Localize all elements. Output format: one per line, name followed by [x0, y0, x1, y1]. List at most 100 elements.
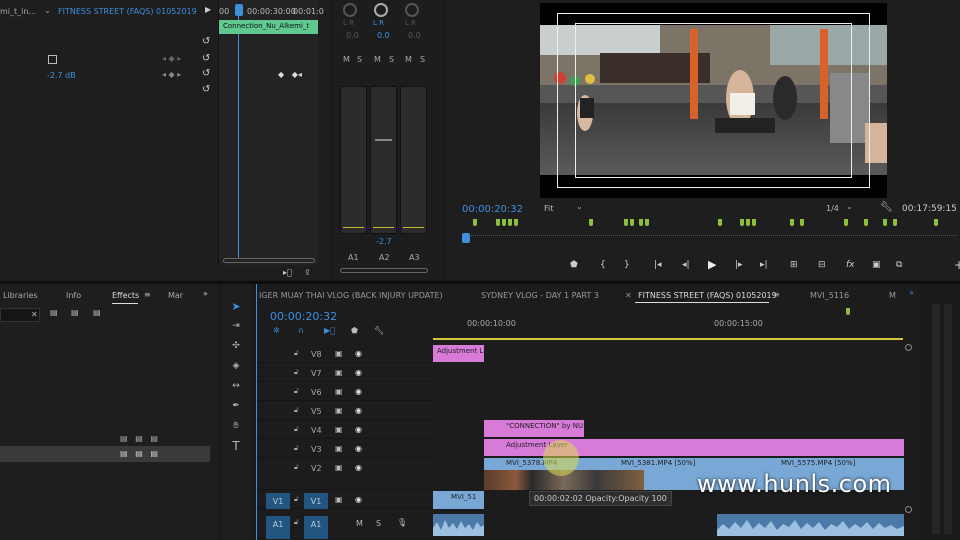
pan-value-a2[interactable]: 0.0 [377, 31, 390, 40]
playhead-handle[interactable] [462, 233, 470, 243]
microphone-icon[interactable]: 🎙︎ [397, 518, 407, 527]
sync-lock-icon[interactable]: ▣ [335, 406, 343, 415]
add-marker-icon[interactable]: ⬟ [351, 326, 358, 335]
marker[interactable] [718, 219, 722, 226]
chevron-down-icon[interactable]: ⌄ [846, 202, 853, 211]
solo-a2[interactable]: S [389, 55, 394, 64]
eye-icon[interactable]: ◉ [355, 444, 362, 453]
yuv-icon[interactable]: ▤ [93, 308, 101, 317]
camera-icon[interactable]: ▣ [872, 260, 881, 270]
sync-lock-icon[interactable]: ▣ [335, 495, 343, 504]
solo-a1[interactable]: S [357, 55, 362, 64]
eye-icon[interactable]: ◉ [355, 406, 362, 415]
marker[interactable] [864, 219, 868, 226]
mute-a1[interactable]: M [343, 55, 350, 64]
track-label[interactable]: V4 [311, 426, 322, 435]
panel-menu-icon[interactable]: ≡ [773, 290, 780, 299]
fader-track-a3[interactable] [400, 86, 427, 234]
sync-lock-icon[interactable]: ▣ [335, 463, 343, 472]
tab-effects[interactable]: Effects [112, 291, 139, 300]
sync-lock-icon[interactable]: ▣ [335, 444, 343, 453]
settings-wrench-icon[interactable]: 🔧︎ [374, 326, 384, 335]
pan-value-a3[interactable]: 0.0 [408, 31, 421, 40]
timeline-timecode[interactable]: 00:00:20:32 [270, 310, 337, 323]
track-label[interactable]: V6 [311, 388, 322, 397]
keyframe-nav-2[interactable]: ◂ ◆ ▸ [162, 70, 181, 79]
lock-icon[interactable]: 🔓︎ [294, 349, 299, 358]
fx-icon[interactable]: fx [846, 260, 855, 270]
solo-track-button[interactable]: S [376, 519, 381, 528]
pan-knob-a2[interactable] [374, 3, 388, 17]
reset-icon-2[interactable]: ↺ [202, 53, 210, 64]
panel-menu-icon[interactable]: ≡ [144, 290, 151, 299]
pan-knob-a1[interactable] [343, 3, 357, 17]
solo-a3[interactable]: S [420, 55, 425, 64]
add-marker-icon[interactable]: ⬟ [570, 260, 578, 270]
clip-v1[interactable]: MVI_51 [433, 491, 484, 509]
eye-icon[interactable]: ◉ [355, 368, 362, 377]
insert-icon[interactable]: ⊞ [790, 260, 798, 270]
track-label[interactable]: V5 [311, 407, 322, 416]
lock-icon[interactable]: 🔓︎ [294, 444, 299, 453]
marker[interactable] [473, 219, 477, 226]
marker[interactable] [496, 219, 500, 226]
reset-icon[interactable]: ↺ [202, 36, 210, 47]
tab-info[interactable]: Info [66, 291, 81, 300]
scrub-bar[interactable] [462, 233, 956, 236]
mark-out-icon[interactable]: } [624, 260, 630, 270]
sequence-tab-1[interactable]: IGER MUAY THAI VLOG (BACK INJURY UPDATE) [259, 291, 443, 300]
mark-in-icon[interactable]: { [600, 260, 606, 270]
clip-v2-b[interactable]: MVI_5381.MP4 [50%] [607, 458, 757, 470]
overwrite-icon[interactable]: ⊟ [818, 260, 826, 270]
resolution-dropdown[interactable]: 1/4 [826, 204, 839, 213]
more-tabs-icon[interactable]: » [909, 288, 914, 297]
lock-icon[interactable]: 🔓︎ [294, 463, 299, 472]
sync-lock-icon[interactable]: ▣ [335, 387, 343, 396]
marker[interactable] [844, 219, 848, 226]
add-button-icon[interactable]: + [954, 258, 960, 272]
marker[interactable] [645, 219, 649, 226]
close-tab-icon[interactable]: ✕ [625, 291, 632, 300]
selected-effect-row[interactable] [0, 446, 210, 462]
level-value[interactable]: -2.7 dB [47, 71, 76, 80]
mute-track-button[interactable]: M [356, 519, 363, 528]
marker[interactable] [790, 219, 794, 226]
reset-icon-3[interactable]: ↺ [202, 68, 210, 79]
fader-track-a1[interactable] [340, 86, 367, 234]
marker[interactable] [752, 219, 756, 226]
export-icon[interactable]: ▸⃒ [283, 268, 292, 277]
clip-tab[interactable]: mi_t_in... [0, 7, 36, 16]
toggle-checkbox[interactable] [48, 55, 57, 64]
mute-a2[interactable]: M [374, 55, 381, 64]
lock-icon[interactable]: 🔓︎ [294, 406, 299, 415]
accelerated-icon[interactable]: ▤ [50, 308, 58, 317]
marker[interactable] [740, 219, 744, 226]
timeline-scroll-knob[interactable] [905, 344, 912, 351]
clear-search-icon[interactable]: ✕ [31, 310, 38, 319]
mute-a3[interactable]: M [405, 55, 412, 64]
eye-icon[interactable]: ◉ [355, 387, 362, 396]
clip-v2-c[interactable]: MVI_5575.MP4 [50%] [765, 458, 905, 470]
track-label[interactable]: V1 [304, 493, 328, 509]
track-label[interactable]: V3 [311, 445, 322, 454]
ripple-edit-icon[interactable]: ✣ [230, 340, 242, 352]
go-to-in-icon[interactable]: |◂ [654, 260, 662, 270]
32bit-icon[interactable]: ▤ [71, 308, 79, 317]
pen-icon[interactable]: ✒ [230, 400, 242, 412]
work-area-bar[interactable] [433, 338, 903, 340]
marker[interactable] [508, 219, 512, 226]
clip-a1-waveform-1[interactable] [433, 514, 484, 536]
sync-lock-icon[interactable]: ▣ [335, 349, 343, 358]
hand-icon[interactable]: ✋︎ [230, 420, 242, 432]
linked-selection-icon[interactable]: ▶⃞ [324, 326, 335, 335]
more-tabs-icon[interactable]: » [203, 289, 208, 298]
fit-dropdown[interactable]: Fit [544, 204, 553, 213]
eye-icon[interactable]: ◉ [355, 463, 362, 472]
eye-icon[interactable]: ◉ [355, 425, 362, 434]
chevron-down-icon[interactable]: ⌄ [576, 202, 583, 211]
marker[interactable] [589, 219, 593, 226]
sequence-tab[interactable]: FITNESS STREET (FAQS) 01052019 [58, 7, 197, 16]
eye-icon[interactable]: ◉ [355, 349, 362, 358]
clip-v4-title[interactable]: "CONNECTION" by NU A [484, 420, 584, 437]
mini-scrollbar[interactable] [223, 258, 315, 263]
